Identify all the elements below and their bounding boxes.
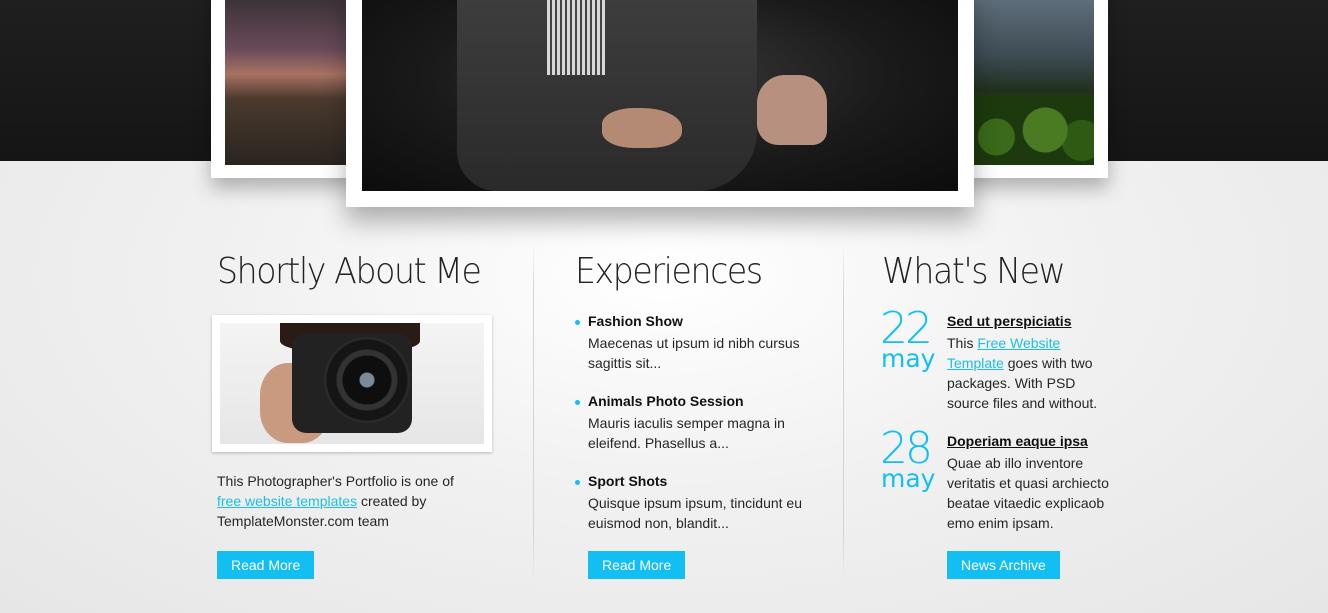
news-column: What's New xyxy=(882,242,1080,290)
about-column: Shortly About Me xyxy=(217,242,503,290)
about-text: This Photographer's Portfolio is one of … xyxy=(217,471,477,531)
news-title-link[interactable]: Doperiam eaque ipsa xyxy=(947,433,1088,449)
about-read-more-button[interactable]: Read More xyxy=(217,551,315,579)
news-month: may xyxy=(881,344,936,373)
experience-title[interactable]: Fashion Show xyxy=(588,313,683,329)
gallery-photo-main[interactable] xyxy=(346,0,974,207)
jacket-graphic xyxy=(457,0,757,191)
experience-text: Maecenas ut ipsum id nibh cursus sagitti… xyxy=(588,335,800,371)
about-heading: Shortly About Me xyxy=(217,251,482,292)
news-text: This Free Website Template goes with two… xyxy=(947,333,1119,413)
column-divider xyxy=(843,242,844,582)
bullet-icon xyxy=(575,480,580,485)
news-title-link[interactable]: Sed ut perspiciatis xyxy=(947,313,1071,329)
hand-graphic xyxy=(757,75,827,145)
hand-graphic xyxy=(602,108,682,148)
experience-item: Animals Photo Session Mauris iaculis sem… xyxy=(575,393,815,453)
column-divider xyxy=(533,242,534,582)
gallery-photo-left[interactable] xyxy=(211,0,361,178)
experiences-read-more-button[interactable]: Read More xyxy=(588,551,686,579)
shirt-graphic xyxy=(547,0,605,75)
about-text-before: This Photographer's Portfolio is one of xyxy=(217,473,454,489)
experience-text: Quisque ipsum ipsum, tincidunt eu euismo… xyxy=(588,495,802,531)
gallery-photo-right[interactable] xyxy=(960,0,1108,178)
experience-item: Fashion Show Maecenas ut ipsum id nibh c… xyxy=(575,313,815,373)
experience-title[interactable]: Animals Photo Session xyxy=(588,393,744,409)
about-photo xyxy=(212,315,492,452)
gallery-photo-right-image xyxy=(972,0,1094,165)
news-month: may xyxy=(881,464,936,493)
news-text-before: This xyxy=(947,335,978,351)
experiences-heading: Experiences xyxy=(575,251,763,292)
news-item: 22 may Sed ut perspiciatis This Free Web… xyxy=(880,307,1120,413)
bullet-icon xyxy=(575,400,580,405)
gallery-photo-main-image xyxy=(362,0,958,191)
camera-lens-graphic xyxy=(324,337,410,423)
experience-title[interactable]: Sport Shots xyxy=(588,473,667,489)
experience-item: Sport Shots Quisque ipsum ipsum, tincidu… xyxy=(575,473,815,533)
photographer-image xyxy=(220,323,484,444)
free-templates-link[interactable]: free website templates xyxy=(217,493,357,509)
bullet-icon xyxy=(575,320,580,325)
trees-graphic xyxy=(972,95,1094,165)
news-archive-button[interactable]: News Archive xyxy=(947,551,1060,579)
experiences-column: Experiences xyxy=(575,242,778,290)
experience-text: Mauris iaculis semper magna in eleifend.… xyxy=(588,415,785,451)
news-heading: What's New xyxy=(882,251,1066,292)
news-item: 28 may Doperiam eaque ipsa Quae ab illo … xyxy=(880,427,1120,533)
gallery-photo-left-image xyxy=(225,0,349,165)
news-text: Quae ab illo inventore veritatis et quas… xyxy=(947,455,1109,531)
